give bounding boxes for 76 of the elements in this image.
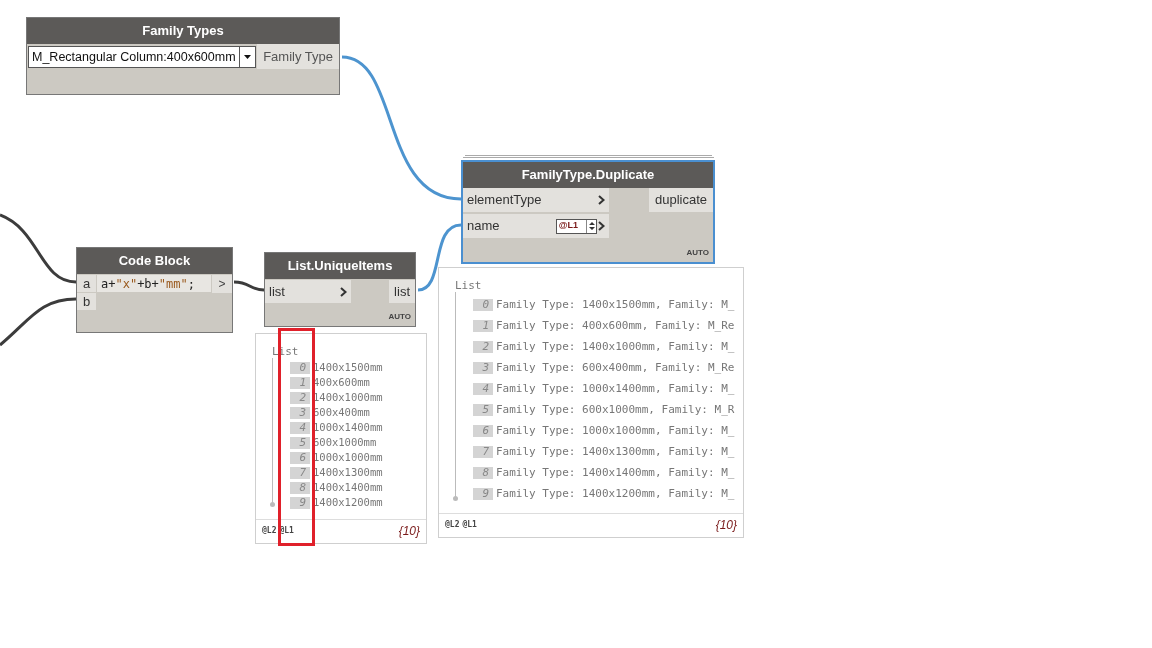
output-port[interactable]: duplicate [648, 188, 713, 212]
index-label: 8 [290, 482, 310, 494]
list-item-value: 600x1000mm [313, 435, 377, 451]
list-item-value: 1000x1400mm [313, 420, 383, 436]
lacing-label: AUTO [388, 311, 411, 323]
level-label[interactable]: @L2 [262, 525, 277, 537]
code-block-node[interactable]: Code Block a b a+"x"+b+"mm"; > [76, 247, 233, 333]
list-item-value: 1400x1500mm [313, 360, 383, 376]
level-spinner[interactable]: @L1 [555, 218, 597, 234]
index-label: 4 [473, 383, 493, 395]
index-label: 3 [290, 407, 310, 419]
list-item-value: Family Type: 1400x1500mm, Family: M_ [496, 296, 735, 313]
output-port[interactable]: list [389, 280, 415, 303]
list-item-value: Family Type: 1400x1200mm, Family: M_ [496, 485, 735, 502]
index-label: 0 [290, 362, 310, 374]
index-label: 8 [473, 467, 493, 479]
list-item-value: 1000x1000mm [313, 450, 383, 466]
input-port[interactable]: name @L1 [463, 214, 609, 238]
index-label: 9 [473, 488, 493, 500]
index-label: 2 [473, 341, 493, 353]
input-port[interactable]: list [265, 280, 351, 303]
item-count: {10} [398, 523, 420, 540]
family-types-node[interactable]: Family Types M_Rectangular Column:400x600mm Family Type [26, 17, 340, 95]
list-item-value: Family Type: 1400x1000mm, Family: M_ [496, 338, 735, 355]
index-label: 5 [473, 404, 493, 416]
list-item-value: Family Type: 600x1000mm, Family: M_R [496, 401, 735, 418]
item-count: {10} [715, 517, 737, 534]
index-label: 1 [473, 320, 493, 332]
index-label: 5 [290, 437, 310, 449]
list-item-value: 1400x1200mm [313, 495, 383, 511]
wire [233, 280, 265, 292]
chevron-icon [598, 221, 605, 231]
level-label[interactable]: @L1 [462, 519, 477, 531]
node-title: Code Block [77, 248, 232, 274]
index-label: 1 [290, 377, 310, 389]
list-item-value: 1400x1000mm [313, 390, 383, 406]
unique-items-node[interactable]: List.UniqueItems list list AUTO [264, 252, 416, 327]
family-type-duplicate-node[interactable]: FamilyType.Duplicate elementType name @L1 duplicate AUTO [461, 160, 715, 264]
list-item-value: Family Type: 1000x1400mm, Family: M_ [496, 380, 735, 397]
family-type-dropdown[interactable]: M_Rectangular Column:400x600mm [28, 46, 256, 68]
list-item-value: Family Type: 1400x1300mm, Family: M_ [496, 443, 735, 460]
index-label: 3 [473, 362, 493, 374]
index-label: 4 [290, 422, 310, 434]
code-text[interactable]: a+"x"+b+"mm"; [97, 275, 211, 292]
list-item-value: 1400x1400mm [313, 480, 383, 496]
output-port[interactable]: > [212, 275, 232, 293]
input-port[interactable]: b [77, 293, 96, 310]
level-label[interactable]: @L2 [445, 519, 460, 531]
node-title: FamilyType.Duplicate [463, 162, 713, 188]
node-title: Family Types [27, 18, 339, 44]
list-label: List [455, 279, 482, 292]
index-label: 7 [473, 446, 493, 458]
port-label: elementType [467, 191, 542, 210]
list-item-value: Family Type: 1000x1000mm, Family: M_ [496, 422, 735, 439]
list-item-value: 400x600mm [313, 375, 370, 391]
index-label: 9 [290, 497, 310, 509]
list-item-value: Family Type: 1400x1400mm, Family: M_ [496, 464, 735, 481]
chevron-icon [340, 286, 347, 297]
list-item-value: Family Type: 600x400mm, Family: M_Re [496, 359, 735, 376]
index-label: 2 [290, 392, 310, 404]
list-item-value: 600x400mm [313, 405, 370, 421]
dropdown-arrow-icon [243, 55, 251, 59]
index-label: 6 [290, 452, 310, 464]
lacing-label: AUTO [686, 247, 709, 259]
node-title: List.UniqueItems [265, 253, 415, 279]
index-label: 6 [473, 425, 493, 437]
list-item-value: Family Type: 400x600mm, Family: M_Re [496, 317, 735, 334]
output-port[interactable]: Family Type [257, 44, 339, 69]
index-label: 0 [473, 299, 493, 311]
list-item-value: 1400x1300mm [313, 465, 383, 481]
index-label: 7 [290, 467, 310, 479]
spinner-arrows-icon [588, 221, 595, 231]
chevron-icon [598, 195, 605, 205]
input-port[interactable]: a [77, 275, 96, 292]
port-label: name [467, 217, 500, 236]
input-port[interactable]: elementType [463, 188, 609, 212]
